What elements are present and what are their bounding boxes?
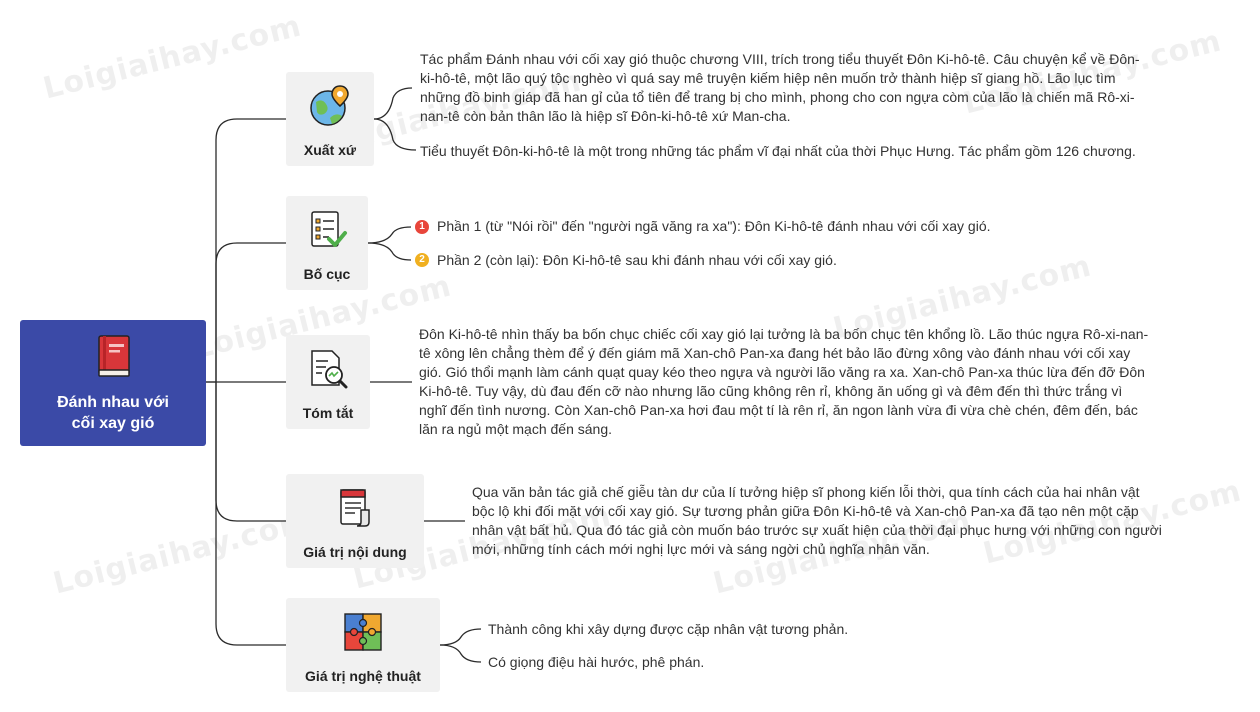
text-bo-cuc-2: Phần 2 (còn lại): Đôn Ki-hô-tê sau khi đ… — [437, 252, 837, 268]
branch-bo-cuc[interactable]: Bố cục — [286, 196, 368, 290]
globe-location-icon — [310, 85, 349, 126]
badge-number-1: 1 — [415, 220, 429, 234]
badge-number-2: 2 — [415, 253, 429, 267]
checklist-icon — [311, 211, 347, 247]
text-xuat-xu-1: Tác phẩm Đánh nhau với cối xay gió thuộc… — [420, 51, 1140, 124]
text-xuat-xu-2: Tiểu thuyết Đôn-ki-hô-tê là một trong nh… — [420, 143, 1136, 159]
branch-label: Bố cục — [303, 266, 351, 282]
branch-label: Giá trị nội dung — [303, 544, 407, 560]
branch-label: Giá trị nghệ thuật — [305, 668, 421, 684]
branch-label: Tóm tắt — [302, 405, 354, 421]
text-gia-tri-nghe-thuat-2: Có giọng điệu hài hước, phê phán. — [488, 654, 705, 670]
root-title: Đánh nhau với cối xay gió — [57, 394, 169, 432]
document-search-icon — [311, 350, 348, 389]
branch-label: Xuất xứ — [303, 142, 357, 158]
text-gia-tri-noi-dung: Qua văn bản tác giả chế giễu tàn dư của … — [472, 484, 1162, 557]
text-bo-cuc-1: Phần 1 (từ "Nói rồi" đến "người ngã văng… — [437, 218, 991, 234]
puzzle-icon — [344, 613, 382, 651]
branch-xuat-xu[interactable]: Xuất xứ — [286, 72, 374, 166]
book-icon — [98, 335, 130, 377]
root-node[interactable]: Đánh nhau với cối xay gió — [20, 320, 206, 446]
branch-tom-tat[interactable]: Tóm tắt — [286, 335, 370, 429]
branch-gia-tri-noi-dung[interactable]: Giá trị nội dung — [286, 474, 424, 568]
text-tom-tat: Đôn Ki-hô-tê nhìn thấy ba bốn chục chiếc… — [419, 326, 1149, 437]
text-gia-tri-nghe-thuat-1: Thành công khi xây dựng được cặp nhân vậ… — [488, 621, 849, 637]
branch-gia-tri-nghe-thuat[interactable]: Giá trị nghệ thuật — [286, 598, 440, 692]
scroll-icon — [340, 489, 370, 527]
